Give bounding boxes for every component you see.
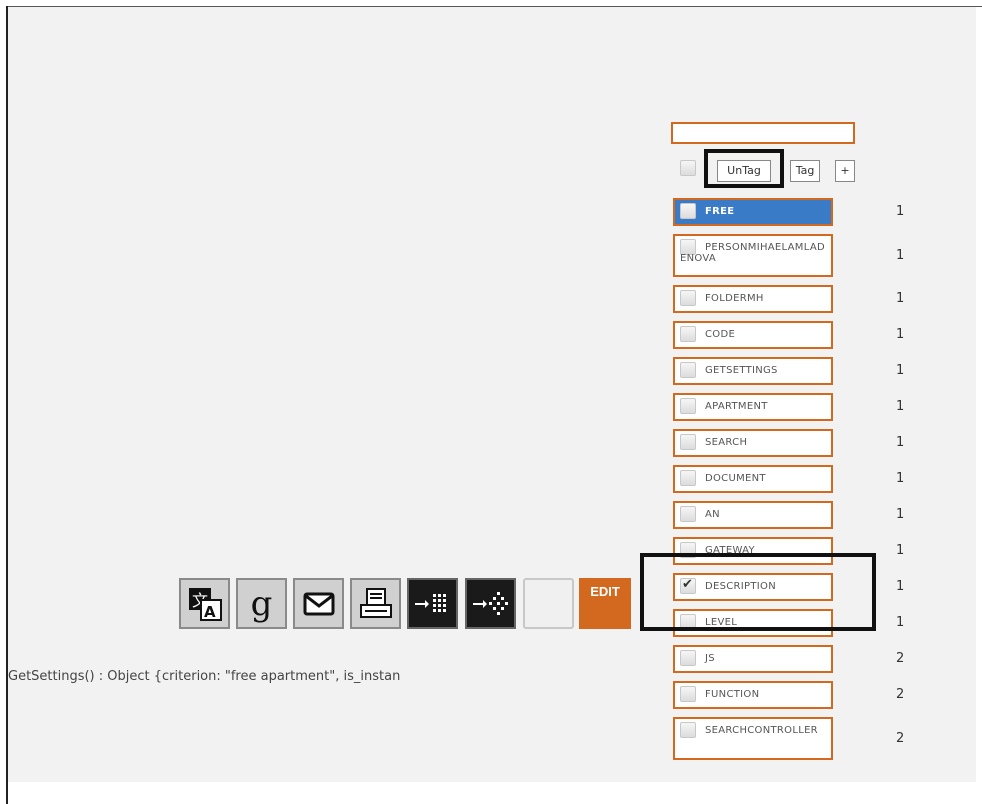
mail-button[interactable]: [293, 578, 344, 629]
tag-count: 1: [896, 327, 905, 342]
tag-item-getsettings[interactable]: GETSETTINGS: [673, 357, 833, 385]
translate-icon: 文 A: [188, 587, 222, 621]
tag-checkbox[interactable]: [680, 290, 696, 306]
select-all-checkbox[interactable]: [680, 160, 696, 176]
tag-checkbox[interactable]: [680, 542, 696, 558]
tag-checkbox[interactable]: [680, 398, 696, 414]
edit-button[interactable]: EDIT: [579, 578, 631, 629]
tag-label: CODE: [705, 329, 736, 340]
tag-label: DOCUMENT: [705, 473, 766, 484]
tag-checkbox[interactable]: [680, 650, 696, 666]
tag-count: 2: [896, 651, 905, 666]
console-output: GetSettings() : Object {criterion: "free…: [8, 669, 401, 684]
mail-icon: [303, 592, 334, 615]
blank-button[interactable]: [523, 578, 574, 629]
tag-count: 1: [896, 291, 905, 306]
tag-item-document[interactable]: DOCUMENT: [673, 465, 833, 493]
tag-item-foldermh[interactable]: FOLDERMH: [673, 285, 833, 313]
tag-count: 1: [896, 579, 905, 594]
tag-checkbox[interactable]: [680, 362, 696, 378]
tag-count: 1: [896, 471, 905, 486]
tag-item-free[interactable]: FREE: [673, 198, 833, 226]
tag-count: 1: [896, 615, 905, 630]
tag-label: DESCRIPTION: [705, 581, 776, 592]
tag-checkbox[interactable]: [680, 326, 696, 342]
tag-item-an[interactable]: AN: [673, 501, 833, 529]
tag-checkbox[interactable]: [680, 470, 696, 486]
tag-label: GATEWAY: [705, 545, 755, 556]
tag-item-code[interactable]: CODE: [673, 321, 833, 349]
google-icon: g: [250, 583, 273, 624]
tag-count: 2: [896, 687, 905, 702]
collapse-button[interactable]: [407, 578, 458, 629]
tag-label: GETSETTINGS: [705, 365, 778, 376]
tag-checkbox[interactable]: [680, 203, 696, 219]
google-button[interactable]: g: [236, 578, 287, 629]
tag-label: SEARCH: [705, 437, 748, 448]
expand-button[interactable]: [465, 578, 516, 629]
tag-label: FUNCTION: [705, 689, 760, 700]
tag-label: PERSONMIHAELAMLADENOVA: [680, 242, 825, 264]
tag-item-apartment[interactable]: APARTMENT: [673, 393, 833, 421]
tag-count: 1: [896, 543, 905, 558]
tag-count: 1: [896, 204, 905, 219]
tag-checkbox[interactable]: [680, 577, 696, 594]
tag-checkbox[interactable]: [680, 686, 696, 702]
tag-item-js[interactable]: JS: [673, 645, 833, 673]
tag-count: 1: [896, 363, 905, 378]
tag-checkbox[interactable]: [680, 434, 696, 450]
tag-item-search[interactable]: SEARCH: [673, 429, 833, 457]
tag-search-input[interactable]: [671, 122, 855, 144]
translate-button[interactable]: 文 A: [179, 578, 230, 629]
tag-label: SEARCHCONTROLLER: [705, 725, 818, 736]
collapse-icon: [414, 593, 446, 612]
tag-item-function[interactable]: FUNCTION: [673, 681, 833, 709]
tag-item-description[interactable]: DESCRIPTION: [673, 573, 833, 601]
tag-count: 1: [896, 507, 905, 522]
tag-count: 1: [896, 248, 905, 263]
tag-label: JS: [705, 653, 715, 664]
tag-checkbox[interactable]: [680, 614, 696, 630]
tag-count: 2: [896, 731, 905, 746]
tag-item-searchcontroller[interactable]: SEARCHCONTROLLER: [673, 717, 833, 760]
tag-label: APARTMENT: [705, 401, 768, 412]
tag-label: AN: [705, 509, 720, 520]
tag-button[interactable]: Tag: [790, 160, 820, 182]
tag-count: 1: [896, 435, 905, 450]
tag-checkbox[interactable]: [680, 506, 696, 522]
tag-item-personmihaelamladenova[interactable]: PERSONMIHAELAMLADENOVA: [673, 234, 833, 277]
add-tag-button[interactable]: +: [835, 160, 855, 182]
tag-count: 1: [896, 399, 905, 414]
tag-label: FOLDERMH: [705, 293, 764, 304]
print-button[interactable]: [350, 578, 401, 629]
tag-label: FREE: [705, 206, 735, 217]
tag-item-gateway[interactable]: GATEWAY: [673, 537, 833, 565]
svg-text:A: A: [204, 603, 216, 621]
tag-label: LEVEL: [705, 617, 738, 628]
expand-icon: [472, 591, 508, 615]
untag-button[interactable]: UnTag: [717, 160, 771, 182]
tag-item-level[interactable]: LEVEL: [673, 609, 833, 637]
print-icon: [359, 587, 392, 618]
